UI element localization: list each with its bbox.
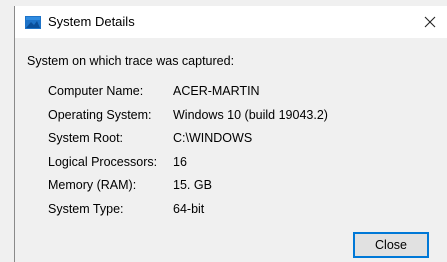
close-x-glyph [424, 16, 436, 28]
window-title: System Details [48, 14, 135, 29]
detail-label: System Type: [48, 201, 124, 216]
intro-text: System on which trace was captured: [27, 54, 235, 68]
detail-value: 15. GB [173, 178, 212, 192]
detail-label: Memory (RAM): [48, 178, 137, 192]
detail-label: Computer Name: [48, 84, 144, 98]
close-button[interactable]: Close [353, 232, 429, 258]
detail-label: Operating System: [48, 107, 152, 122]
detail-label: System Root: [48, 131, 124, 145]
detail-value: ACER-MARTIN [173, 84, 260, 98]
system-details-dialog: System Details System on which trace was… [0, 0, 447, 262]
dialog-body: System on which trace was captured: Comp… [15, 38, 447, 262]
detail-value: Windows 10 (build 19043.2) [173, 107, 328, 122]
detail-value: 16 [173, 154, 187, 169]
detail-value: 64-bit [173, 201, 205, 216]
detail-label: Logical Processors: [48, 154, 158, 169]
detail-value: C:\WINDOWS [173, 131, 253, 145]
window-app-icon [25, 16, 41, 29]
title-bar[interactable]: System Details [15, 6, 447, 38]
close-icon[interactable] [417, 9, 443, 35]
